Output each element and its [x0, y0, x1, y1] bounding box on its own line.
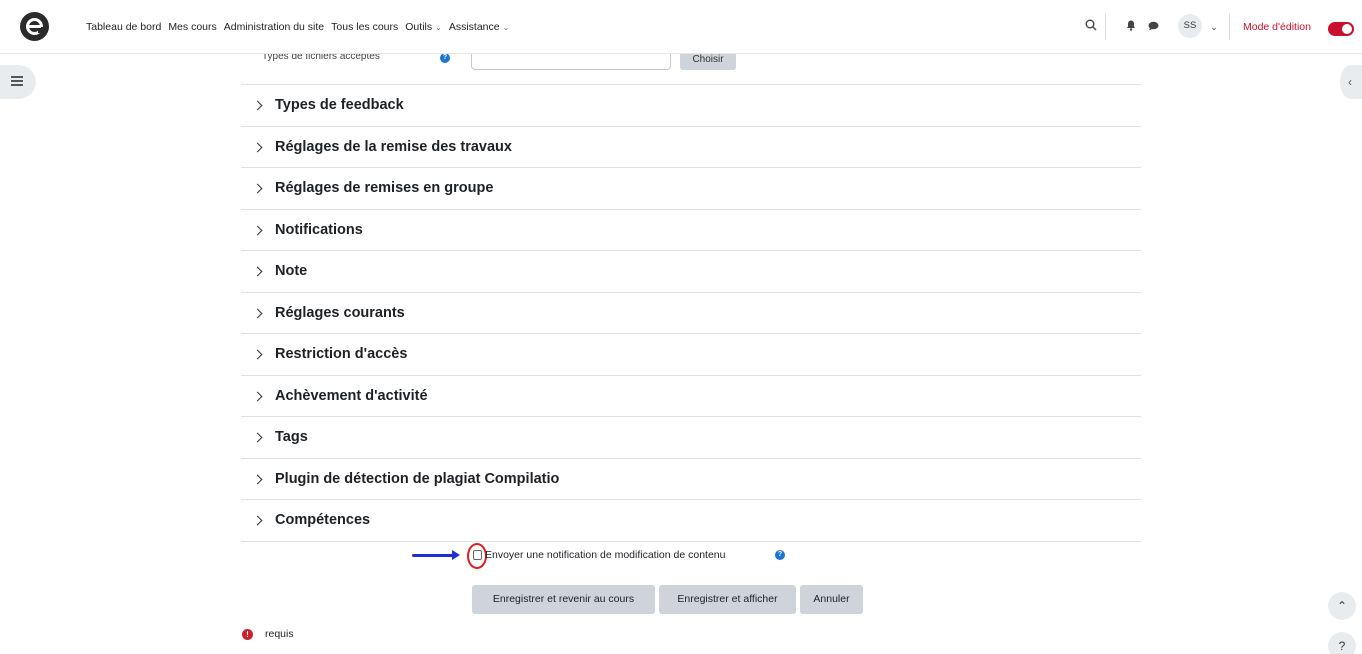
section-submission-settings[interactable]: Réglages de la remise des travaux [241, 125, 1141, 168]
chevron-right-icon [253, 474, 263, 484]
annotation-arrow [412, 550, 460, 560]
section-title: Réglages courants [275, 304, 405, 321]
required-icon: ! [242, 628, 253, 640]
chevron-right-icon [253, 225, 263, 235]
primary-navigation: Tableau de bord Mes cours Administration… [86, 21, 509, 33]
navbar-divider [1229, 14, 1230, 40]
chevron-right-icon [253, 391, 263, 401]
section-grade[interactable]: Note [241, 250, 1141, 292]
section-title: Types de feedback [275, 97, 404, 114]
form-sections: Types de feedback Réglages de la remise … [241, 84, 1141, 542]
question-icon: ? [1338, 639, 1346, 653]
nav-help-label: Assistance [448, 21, 500, 33]
section-title: Note [275, 263, 308, 280]
navbar-divider [1105, 14, 1106, 40]
edit-mode-toggle[interactable] [1328, 22, 1354, 36]
form-actions: Enregistrer et revenir au cours Enregist… [472, 585, 863, 614]
section-title: Réglages de la remise des travaux [275, 138, 512, 155]
section-access-restriction[interactable]: Restriction d'accès [241, 333, 1141, 375]
section-plagiarism-plugin[interactable]: Plugin de détection de plagiat Compilati… [241, 457, 1141, 500]
chat-icon[interactable] [1145, 19, 1161, 35]
section-title: Restriction d'accès [275, 346, 408, 363]
chevron-down-icon: ⌄ [502, 23, 510, 32]
section-title: Réglages de remises en groupe [275, 180, 494, 197]
section-title: Notifications [275, 221, 363, 238]
nav-tools-label: Outils [405, 21, 433, 33]
chevron-right-icon [253, 100, 263, 110]
nav-dashboard[interactable]: Tableau de bord [86, 21, 161, 33]
chevron-right-icon [253, 142, 263, 152]
site-logo[interactable] [20, 12, 49, 41]
save-and-display-button[interactable]: Enregistrer et afficher [659, 585, 796, 614]
section-activity-completion[interactable]: Achèvement d'activité [241, 374, 1141, 417]
scroll-top-button[interactable]: ⌃ [1328, 592, 1356, 620]
block-drawer-button[interactable]: ‹ [1340, 65, 1362, 99]
chevron-down-icon[interactable]: ⌄ [1206, 19, 1222, 35]
bell-icon[interactable] [1123, 19, 1139, 35]
edit-mode-label: Mode d'édition [1243, 21, 1311, 33]
sections-divider [241, 540, 1141, 542]
help-icon[interactable]: ? [440, 53, 450, 63]
user-avatar[interactable]: SS [1178, 14, 1202, 38]
chevron-right-icon [253, 183, 263, 193]
chevron-right-icon [253, 308, 263, 318]
section-title: Compétences [275, 512, 371, 529]
required-label: requis [265, 628, 294, 640]
course-index-drawer-button[interactable] [0, 65, 36, 99]
section-title: Tags [275, 429, 308, 446]
nav-all-courses[interactable]: Tous les cours [331, 21, 398, 33]
chevron-right-icon [253, 266, 263, 276]
cancel-button[interactable]: Annuler [800, 585, 863, 614]
save-and-return-button[interactable]: Enregistrer et revenir au cours [472, 585, 655, 614]
section-feedback-types[interactable]: Types de feedback [241, 84, 1141, 126]
help-button[interactable]: ? [1328, 632, 1356, 654]
content-change-notification-label[interactable]: Envoyer une notification de modification… [485, 549, 726, 561]
section-tags[interactable]: Tags [241, 416, 1141, 458]
chevron-right-icon [253, 515, 263, 525]
help-icon[interactable]: ? [775, 550, 785, 560]
section-group-submission-settings[interactable]: Réglages de remises en groupe [241, 167, 1141, 209]
nav-site-admin[interactable]: Administration du site [224, 21, 324, 33]
chevron-right-icon [253, 432, 263, 442]
content-change-notification-row: Envoyer une notification de modification… [412, 543, 812, 569]
list-icon [11, 76, 23, 86]
chevron-left-icon: ‹ [1348, 75, 1352, 89]
section-title: Plugin de détection de plagiat Compilati… [275, 470, 560, 487]
section-notifications[interactable]: Notifications [241, 208, 1141, 251]
content-change-notification-checkbox[interactable] [473, 550, 482, 560]
search-icon[interactable] [1083, 19, 1099, 35]
chevron-right-icon [253, 349, 263, 359]
nav-my-courses[interactable]: Mes cours [168, 21, 216, 33]
required-legend: ! requis [242, 628, 294, 640]
chevron-down-icon: ⌄ [435, 23, 442, 32]
nav-tools-menu[interactable]: Outils ⌄ [405, 21, 442, 33]
section-title: Achèvement d'activité [275, 387, 428, 404]
section-competencies[interactable]: Compétences [241, 499, 1141, 541]
top-navbar: Tableau de bord Mes cours Administration… [0, 0, 1362, 54]
chevron-up-icon: ⌃ [1336, 599, 1348, 613]
section-common-settings[interactable]: Réglages courants [241, 291, 1141, 334]
nav-help-menu[interactable]: Assistance ⌄ [449, 21, 509, 33]
